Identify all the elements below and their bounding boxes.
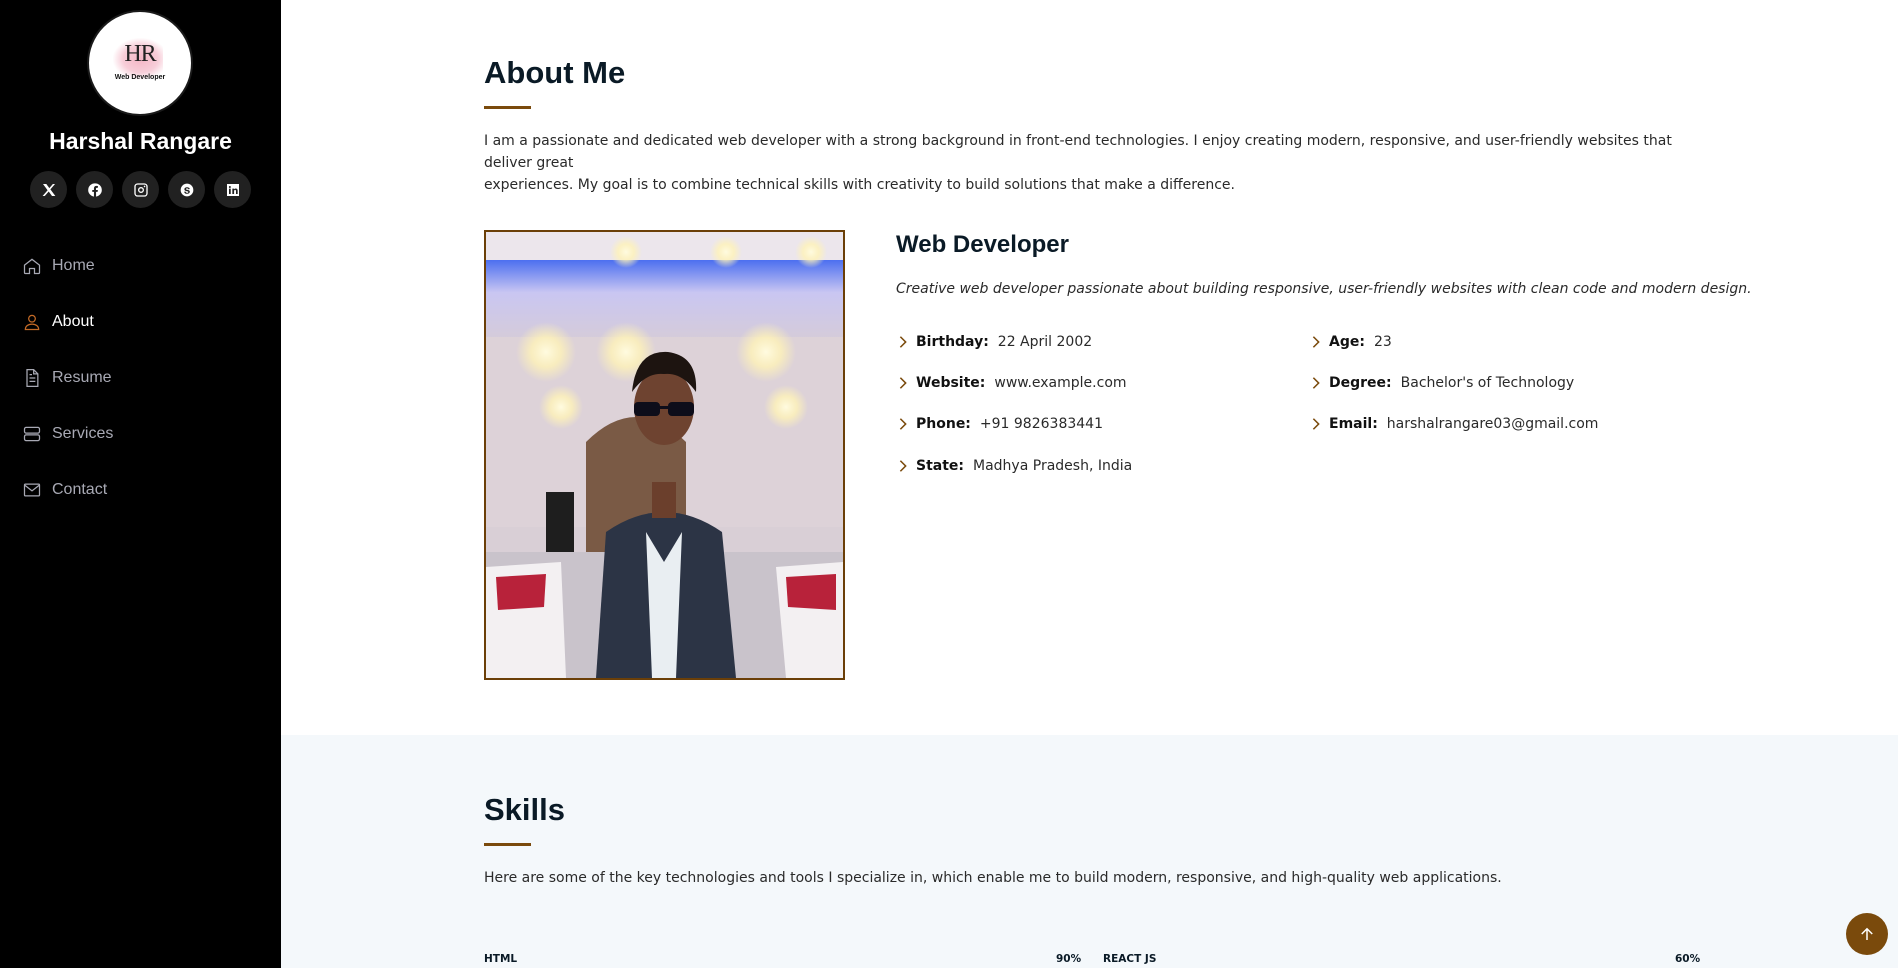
envelope-icon (23, 483, 41, 497)
home-icon (23, 258, 41, 275)
social-link-skype[interactable] (168, 171, 205, 208)
arrow-up-icon (1861, 927, 1873, 940)
skills-description: Here are some of the key technologies an… (484, 870, 1502, 886)
info-value: Madhya Pradesh, India (973, 458, 1133, 474)
info-value: +91 9826383441 (979, 416, 1103, 432)
info-label: Phone: (916, 416, 971, 432)
social-link-instagram[interactable] (122, 171, 159, 208)
info-label: Email: (1329, 416, 1378, 432)
about-description-line-2: experiences. My goal is to combine techn… (484, 177, 1235, 193)
info-label: Age: (1329, 334, 1365, 350)
about-section: About Me I am a passionate and dedicated… (281, 0, 1898, 735)
file-icon (26, 369, 39, 387)
profile-photo (484, 230, 845, 680)
nav-item-label: Home (52, 257, 95, 274)
linkedin-icon (226, 183, 239, 196)
social-links (30, 171, 251, 208)
about-description-line-1: I am a passionate and dedicated web deve… (484, 133, 1672, 171)
skype-icon (180, 183, 193, 196)
about-description: I am a passionate and dedicated web deve… (484, 130, 1704, 196)
nav-item-about[interactable]: About (22, 294, 113, 350)
nav-item-label: Resume (52, 369, 112, 386)
info-website: Website: www.example.com (896, 375, 1127, 391)
skill-percent: 90% (1056, 953, 1082, 965)
info-label: Birthday: (916, 334, 989, 350)
nav-item-resume[interactable]: Resume (22, 350, 113, 406)
logo-monogram: HR (124, 41, 156, 67)
nav-item-label: About (52, 313, 94, 330)
chevron-right-icon (899, 336, 907, 348)
skills-title-underline (484, 843, 531, 846)
info-degree: Degree: Bachelor's of Technology (1309, 375, 1574, 391)
main-content: About Me I am a passionate and dedicated… (281, 0, 1898, 968)
info-value: Bachelor's of Technology (1400, 375, 1575, 391)
nav-item-home[interactable]: Home (22, 238, 113, 294)
profile-name: Harshal Rangare (49, 128, 232, 154)
about-title-underline (484, 106, 531, 109)
info-value: www.example.com (994, 375, 1127, 391)
chevron-right-icon (1312, 336, 1320, 348)
chevron-right-icon (1312, 377, 1320, 389)
info-label: State: (916, 458, 965, 474)
person-icon (24, 314, 40, 331)
social-link-facebook[interactable] (76, 171, 113, 208)
nav-item-label: Contact (52, 481, 108, 498)
x-twitter-icon (42, 183, 55, 196)
info-value: 22 April 2002 (997, 334, 1093, 350)
chevron-right-icon (899, 418, 907, 430)
info-phone: Phone: +91 9826383441 (896, 416, 1103, 432)
social-link-linkedin[interactable] (214, 171, 251, 208)
nav-item-contact[interactable]: Contact (22, 462, 113, 518)
info-label: Website: (916, 375, 986, 391)
skill-name: HTML (484, 953, 518, 965)
info-age: Age: 23 (1309, 334, 1392, 350)
profile-avatar: HR Web Developer (87, 10, 193, 116)
info-birthday: Birthday: 22 April 2002 (896, 334, 1092, 350)
info-state: State: Madhya Pradesh, India (896, 458, 1132, 474)
skills-title: Skills (484, 792, 565, 827)
chevron-right-icon (899, 377, 907, 389)
about-title: About Me (484, 55, 626, 90)
main-nav: Home About Resume Services Contact (22, 238, 113, 518)
info-email: Email: harshalrangare03@gmail.com (1309, 416, 1598, 432)
chevron-right-icon (1312, 418, 1320, 430)
logo-caption: Web Developer (114, 74, 166, 81)
social-link-x[interactable] (30, 171, 67, 208)
info-value: harshalrangare03@gmail.com (1386, 416, 1599, 432)
skills-section: Skills Here are some of the key technolo… (281, 735, 1898, 968)
nav-item-label: Services (52, 425, 114, 442)
role-title: Web Developer (896, 231, 1069, 258)
chevron-right-icon (899, 460, 907, 472)
sidebar: HR Web Developer Harshal Rangare Home Ab… (0, 0, 281, 968)
back-to-top-button[interactable] (1846, 913, 1888, 955)
info-label: Degree: (1329, 375, 1392, 391)
profile-photo-illustration (486, 232, 843, 678)
nav-item-services[interactable]: Services (22, 406, 113, 462)
skill-name: REACT JS (1103, 953, 1157, 965)
info-value: 23 (1373, 334, 1392, 350)
skill-percent: 60% (1675, 953, 1701, 965)
instagram-icon (133, 182, 148, 197)
role-description: Creative web developer passionate about … (896, 281, 1752, 297)
facebook-icon (87, 182, 102, 197)
server-icon (23, 426, 41, 442)
